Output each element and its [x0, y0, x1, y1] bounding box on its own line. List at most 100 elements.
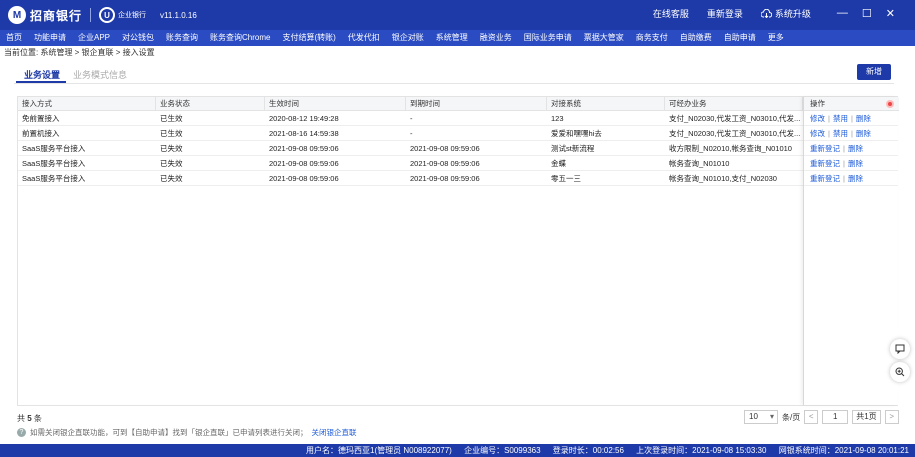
operation-separator: |	[850, 129, 853, 138]
add-button[interactable]: 新增	[857, 64, 891, 80]
zoom-in-icon	[895, 367, 905, 377]
cell-system: 金蝶	[551, 159, 566, 168]
feedback-icon	[895, 344, 905, 355]
column-header-start-time[interactable]: 生效时间	[265, 97, 406, 111]
cell-system: 零五一三	[551, 174, 581, 183]
close-icon[interactable]: ✕	[886, 7, 895, 20]
cell-business: 帐务查询_N01010	[669, 159, 730, 168]
cell-system: 爱爱和嘿嘿hi去	[551, 129, 602, 138]
system-upgrade-label: 系统升级	[774, 9, 811, 19]
column-settings-icon[interactable]	[886, 100, 894, 108]
column-header-system[interactable]: 对接系统	[547, 97, 665, 111]
cell-business: 支付_N02030,代发工资_N03010,代发...	[669, 114, 801, 123]
table-row[interactable]: SaaS服务平台接入 已失效 2021-09-08 09:59:06 2021-09-…	[18, 156, 803, 171]
zoom-button[interactable]	[890, 362, 910, 382]
nav-item[interactable]: 更多	[762, 30, 790, 46]
tab-business-mode-info[interactable]: 业务模式信息	[73, 68, 127, 81]
nav-item[interactable]: 账务查询	[160, 30, 204, 46]
operations-header-label: 操作	[810, 99, 825, 108]
table-header: 接入方式 业务状态 生效时间 到期时间 对接系统 可经办业务	[18, 97, 899, 111]
page-number-input[interactable]: 1	[822, 410, 849, 424]
minimize-icon[interactable]: —	[837, 7, 848, 20]
app-version: v11.1.0.16	[160, 11, 197, 20]
nav-item[interactable]: 商务支付	[630, 30, 674, 46]
cell-access-mode: SaaS服务平台接入	[22, 144, 86, 153]
operations-row: 修改 | 禁用 | 删除	[804, 111, 898, 126]
next-page-button[interactable]: >	[884, 410, 899, 424]
operation-link[interactable]: 删除	[856, 129, 871, 138]
operation-link[interactable]: 禁用	[833, 129, 848, 138]
cell-end-time: 2021-09-08 09:59:06	[410, 174, 480, 183]
nav-item[interactable]: 银企对账	[386, 30, 430, 46]
cell-status: 已失效	[160, 174, 183, 183]
operation-separator: |	[828, 129, 830, 138]
operation-link[interactable]: 删除	[848, 159, 863, 168]
nav-item[interactable]: 账务查询Chrome	[204, 30, 276, 46]
nav-item[interactable]: 企业APP	[72, 30, 116, 46]
maximize-icon[interactable]: ☐	[862, 7, 872, 20]
operations-row: 修改 | 禁用 | 删除	[804, 126, 898, 141]
tab-strip: 业务设置 业务模式信息	[14, 64, 894, 84]
cell-end-time: 2021-09-08 09:59:06	[410, 144, 480, 153]
operation-link[interactable]: 删除	[848, 144, 863, 153]
table-row[interactable]: 免前置接入 已生效 2020-08-12 19:49:28 - 123 支付_N02030…	[18, 111, 803, 126]
cell-access-mode: 前置机接入	[22, 129, 60, 138]
nav-item[interactable]: 对公钱包	[116, 30, 160, 46]
operation-link[interactable]: 禁用	[833, 114, 848, 123]
nav-item[interactable]: 票据大管家	[578, 30, 630, 46]
status-last-login: 上次登录时间：2021-09-08 15:03:30	[636, 446, 767, 455]
cell-status: 已失效	[160, 144, 183, 153]
operation-link[interactable]: 删除	[848, 174, 863, 183]
pagination: 10 条/页 < 1 共1页 >	[744, 410, 899, 424]
nav-item[interactable]: 首页	[0, 30, 28, 46]
operation-link[interactable]: 重新登记	[810, 174, 840, 183]
cell-system: 测试st新流程	[551, 144, 595, 153]
column-header-end-time[interactable]: 到期时间	[406, 97, 547, 111]
access-settings-table: 接入方式 业务状态 生效时间 到期时间 对接系统 可经办业务 免前置接入 已生效 2…	[17, 96, 899, 406]
column-header-access-mode[interactable]: 接入方式	[18, 97, 156, 111]
close-direct-link[interactable]: 关闭银企直联	[312, 427, 357, 438]
nav-item[interactable]: 功能申请	[28, 30, 72, 46]
cell-business: 收方限制_N02010,帐务查询_N01010	[669, 144, 792, 153]
cell-access-mode: 免前置接入	[22, 114, 60, 123]
enterprise-logo-icon: U	[99, 7, 116, 23]
tab-business-settings[interactable]: 业务设置	[24, 68, 60, 81]
cell-business: 支付_N02030,代发工资_N03010,代发...	[669, 129, 801, 138]
cell-end-time: -	[410, 129, 413, 138]
column-header-business[interactable]: 可经办业务	[665, 97, 803, 111]
nav-item[interactable]: 系统管理	[430, 30, 474, 46]
cell-start-time: 2021-09-08 09:59:06	[269, 144, 339, 153]
operation-link[interactable]: 重新登记	[810, 159, 840, 168]
cmb-logo-icon: M	[8, 6, 26, 24]
cell-access-mode: SaaS服务平台接入	[22, 174, 86, 183]
total-prefix: 共	[17, 414, 25, 423]
nav-item[interactable]: 支付结算(转账)	[276, 30, 341, 46]
table-row[interactable]: 前置机接入 已生效 2021-08-16 14:59:38 - 爱爱和嘿嘿hi去 支付_N…	[18, 126, 803, 141]
table-row[interactable]: SaaS服务平台接入 已失效 2021-09-08 09:59:06 2021-09-…	[18, 141, 803, 156]
breadcrumb: 当前位置: 系统管理 > 银企直联 > 接入设置	[4, 48, 155, 57]
column-header-status[interactable]: 业务状态	[156, 97, 265, 111]
nav-item[interactable]: 代发代扣	[342, 30, 386, 46]
nav-item[interactable]: 融资业务	[474, 30, 518, 46]
operations-list: 修改 | 禁用 | 删除 修改 | 禁用 | 删除 重新登记 | 删除 重新登记 | 删除 重新登记 | 删除	[804, 111, 898, 186]
operation-link[interactable]: 删除	[856, 114, 871, 123]
relogin-link[interactable]: 重新登录	[707, 7, 743, 20]
total-number: 5	[27, 414, 32, 423]
online-service-link[interactable]: 在线客服	[653, 7, 689, 20]
operation-link[interactable]: 重新登记	[810, 144, 840, 153]
status-duration: 登录时长：00:02:56	[552, 446, 624, 455]
cell-status: 已失效	[160, 159, 183, 168]
operation-link[interactable]: 修改	[810, 114, 825, 123]
prev-page-button[interactable]: <	[804, 410, 819, 424]
cloud-download-icon	[760, 9, 772, 18]
system-upgrade-link[interactable]: 系统升级	[760, 7, 811, 20]
table-row[interactable]: SaaS服务平台接入 已失效 2021-09-08 09:59:06 2021-09-…	[18, 171, 803, 186]
operation-link[interactable]: 修改	[810, 129, 825, 138]
nav-item[interactable]: 国际业务申请	[518, 30, 578, 46]
feedback-button[interactable]	[890, 339, 910, 359]
nav-item[interactable]: 自助缴费	[674, 30, 718, 46]
page-size-select[interactable]: 10	[744, 410, 778, 424]
cell-status: 已生效	[160, 129, 183, 138]
operation-separator: |	[843, 144, 845, 153]
nav-item[interactable]: 自助申请	[718, 30, 762, 46]
